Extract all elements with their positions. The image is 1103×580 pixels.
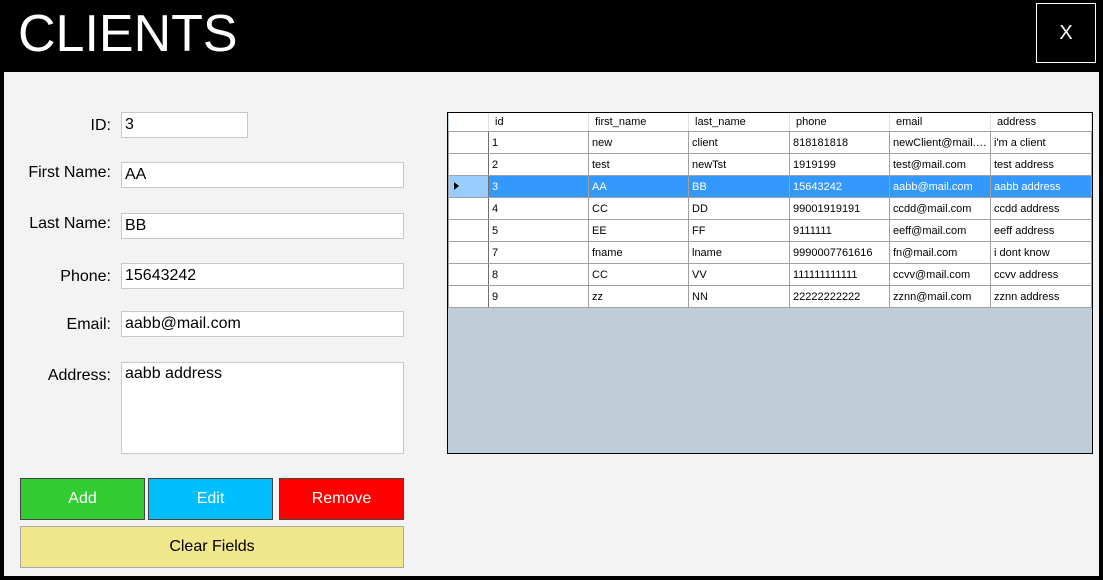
table-cell-id[interactable]: 7 [488, 241, 589, 264]
row-header[interactable] [448, 153, 489, 176]
table-cell-email[interactable]: test@mail.com [889, 153, 991, 176]
table-cell-phone[interactable]: 99001919191 [789, 197, 890, 220]
table-cell-phone[interactable]: 818181818 [789, 131, 890, 154]
table-cell-last-name[interactable]: BB [688, 175, 790, 198]
edit-button[interactable]: Edit [148, 478, 273, 520]
table-cell-address[interactable]: i'm a client [990, 131, 1092, 154]
row-header[interactable] [448, 241, 489, 264]
address-label: Address: [47, 367, 111, 384]
close-button[interactable]: X [1036, 3, 1096, 63]
table-cell-id[interactable]: 3 [488, 175, 589, 198]
table-cell-email[interactable]: ccvv@mail.com [889, 263, 991, 286]
table-cell-address[interactable]: ccdd address [990, 197, 1092, 220]
table-cell-email[interactable]: zznn@mail.com [889, 285, 991, 308]
table-cell-id[interactable]: 2 [488, 153, 589, 176]
row-header[interactable] [448, 175, 489, 198]
table-cell-id[interactable]: 9 [488, 285, 589, 308]
table-row[interactable]: 2 test newTst 1919199 test@mail.com test addr… [448, 153, 1092, 176]
table-row[interactable]: 3 AA BB 15643242 aabb@mail.com aabb address [448, 175, 1092, 198]
column-header-id[interactable]: id [488, 113, 589, 132]
table-cell-first-name[interactable]: new [588, 131, 689, 154]
first-name-field[interactable] [121, 162, 404, 188]
table-cell-email[interactable]: eeff@mail.com [889, 219, 991, 242]
row-header[interactable] [448, 131, 489, 154]
table-cell-last-name[interactable]: DD [688, 197, 790, 220]
last-name-label: Last Name: [29, 215, 111, 232]
window-title: CLIENTS [18, 5, 238, 63]
table-cell-address[interactable]: zznn address [990, 285, 1092, 308]
column-header-email[interactable]: email [889, 113, 991, 132]
table-cell-last-name[interactable]: lname [688, 241, 790, 264]
column-header-phone[interactable]: phone [789, 113, 890, 132]
table-cell-email[interactable]: ccdd@mail.com [889, 197, 991, 220]
table-cell-last-name[interactable]: VV [688, 263, 790, 286]
row-header[interactable] [448, 263, 489, 286]
title-bar: CLIENTS X [0, 0, 1103, 72]
id-field[interactable] [121, 112, 248, 138]
table-cell-phone[interactable]: 111111111111 [789, 263, 890, 286]
table-cell-address[interactable]: i dont know [990, 241, 1092, 264]
table-cell-last-name[interactable]: NN [688, 285, 790, 308]
table-row[interactable]: 1 new client 818181818 newClient@mail.c... i'… [448, 131, 1092, 154]
last-name-field[interactable] [121, 213, 404, 239]
phone-field[interactable] [121, 263, 404, 289]
client-form-panel: ID: First Name: Last Name: Phone: Email:… [4, 72, 1099, 576]
email-field[interactable] [121, 311, 404, 337]
grid-header-row: id first_name last_name phone email addr… [448, 113, 1092, 132]
id-label: ID: [90, 117, 111, 134]
table-cell-address[interactable]: test address [990, 153, 1092, 176]
row-header-corner[interactable] [448, 113, 489, 132]
row-header[interactable] [448, 219, 489, 242]
add-button[interactable]: Add [20, 478, 145, 520]
table-cell-id[interactable]: 5 [488, 219, 589, 242]
table-cell-last-name[interactable]: newTst [688, 153, 790, 176]
email-label: Email: [66, 316, 111, 333]
table-row[interactable]: 5 EE FF 9111111 eeff@mail.com eeff address [448, 219, 1092, 242]
table-cell-first-name[interactable]: AA [588, 175, 689, 198]
table-cell-phone[interactable]: 22222222222 [789, 285, 890, 308]
table-row[interactable]: 8 CC VV 111111111111 ccvv@mail.com ccvv addre… [448, 263, 1092, 286]
table-cell-first-name[interactable]: zz [588, 285, 689, 308]
table-cell-phone[interactable]: 9111111 [789, 219, 890, 242]
table-cell-first-name[interactable]: CC [588, 197, 689, 220]
table-row[interactable]: 9 zz NN 22222222222 zznn@mail.com zznn addres… [448, 285, 1092, 308]
table-cell-email[interactable]: aabb@mail.com [889, 175, 991, 198]
table-cell-phone[interactable]: 1919199 [789, 153, 890, 176]
table-cell-last-name[interactable]: client [688, 131, 790, 154]
table-cell-first-name[interactable]: test [588, 153, 689, 176]
table-cell-id[interactable]: 4 [488, 197, 589, 220]
table-cell-address[interactable]: eeff address [990, 219, 1092, 242]
column-header-first-name[interactable]: first_name [588, 113, 689, 132]
column-header-address[interactable]: address [990, 113, 1092, 132]
clear-fields-button[interactable]: Clear Fields [20, 526, 404, 568]
table-cell-first-name[interactable]: CC [588, 263, 689, 286]
table-cell-address[interactable]: aabb address [990, 175, 1092, 198]
remove-button[interactable]: Remove [279, 478, 404, 520]
table-cell-first-name[interactable]: EE [588, 219, 689, 242]
table-cell-phone[interactable]: 9990007761616 [789, 241, 890, 264]
table-cell-phone[interactable]: 15643242 [789, 175, 890, 198]
phone-label: Phone: [60, 268, 111, 285]
table-cell-email[interactable]: fn@mail.com [889, 241, 991, 264]
table-row[interactable]: 4 CC DD 99001919191 ccdd@mail.com ccdd addres… [448, 197, 1092, 220]
address-field[interactable]: aabb address [121, 362, 404, 454]
table-cell-id[interactable]: 1 [488, 131, 589, 154]
first-name-label: First Name: [28, 164, 111, 181]
table-row[interactable]: 7 fname lname 9990007761616 fn@mail.com i don… [448, 241, 1092, 264]
table-cell-last-name[interactable]: FF [688, 219, 790, 242]
row-header[interactable] [448, 197, 489, 220]
table-cell-email[interactable]: newClient@mail.c... [889, 131, 991, 154]
table-cell-address[interactable]: ccvv address [990, 263, 1092, 286]
table-cell-first-name[interactable]: fname [588, 241, 689, 264]
table-cell-id[interactable]: 8 [488, 263, 589, 286]
row-header[interactable] [448, 285, 489, 308]
column-header-last-name[interactable]: last_name [688, 113, 790, 132]
clients-grid[interactable]: id first_name last_name phone email addr… [447, 112, 1093, 454]
current-row-arrow-icon [454, 182, 459, 190]
